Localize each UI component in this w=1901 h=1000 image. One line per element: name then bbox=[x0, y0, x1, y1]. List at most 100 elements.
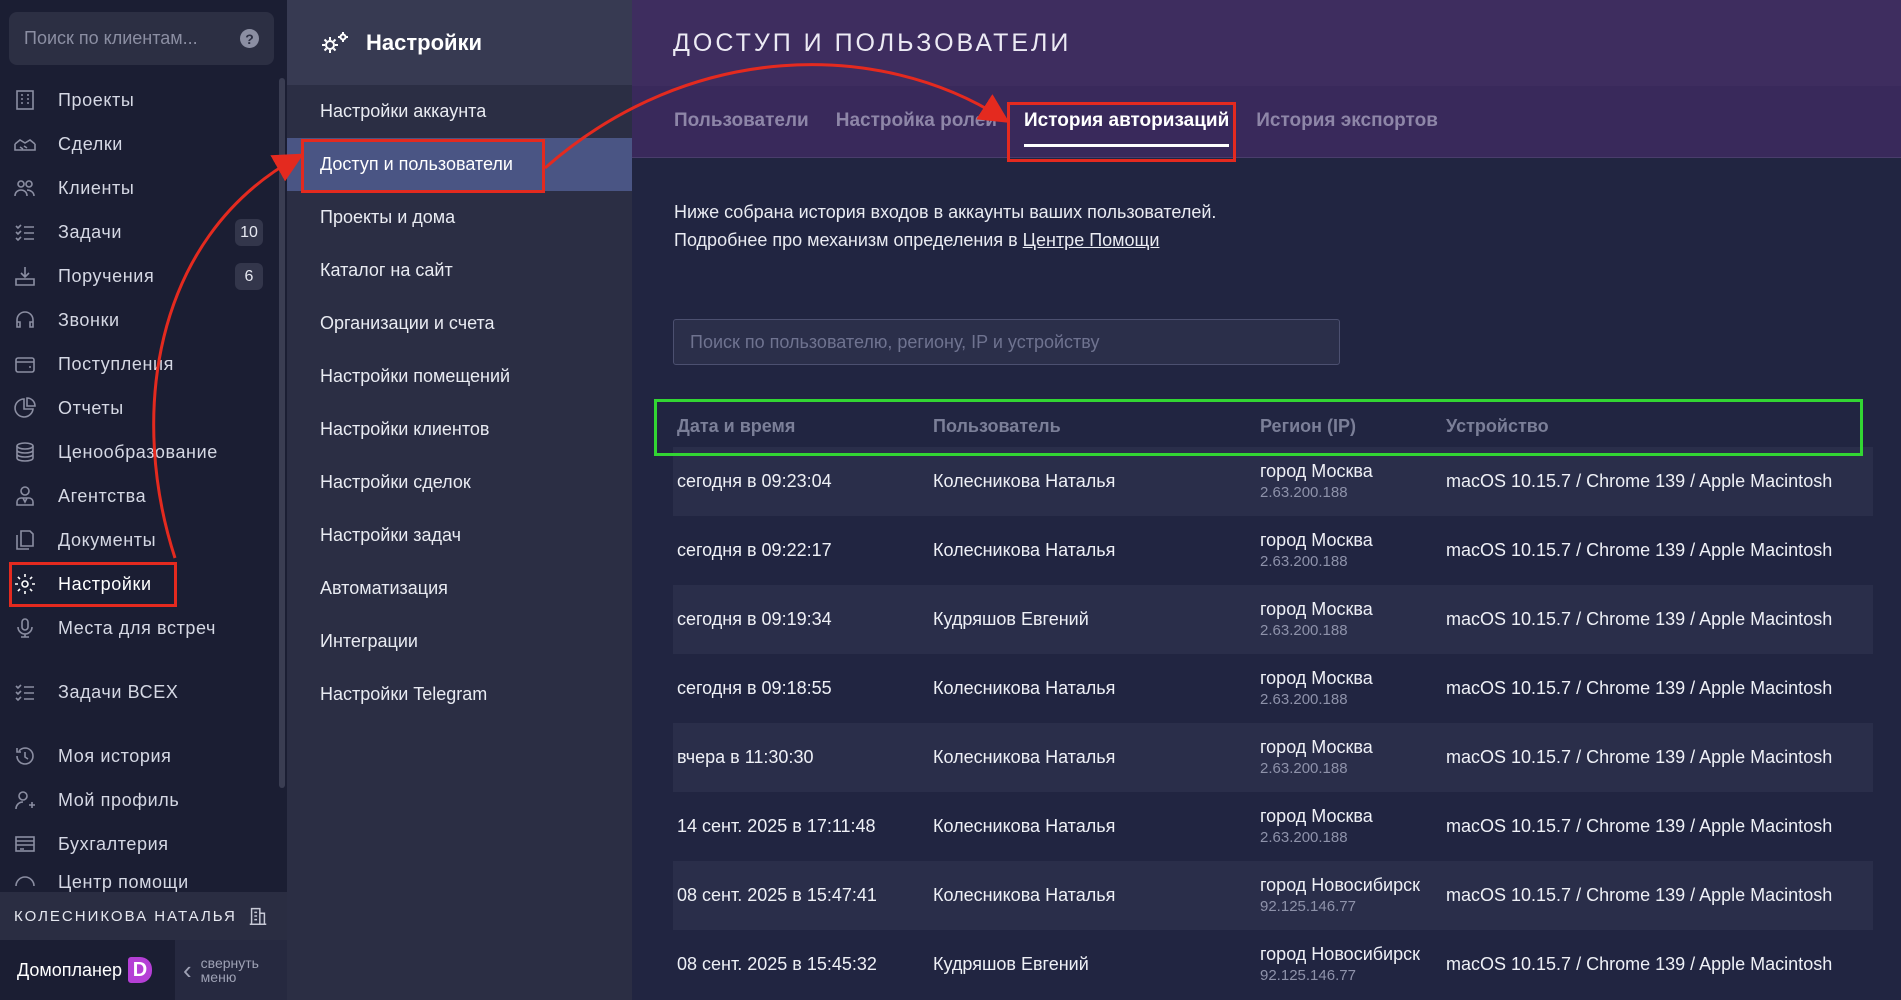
settings-item-premises[interactable]: Настройки помещений bbox=[287, 350, 632, 403]
gear-icon bbox=[12, 572, 38, 596]
sidebar-scrollbar[interactable] bbox=[279, 78, 285, 788]
settings-menu-list: Настройки аккаунта Доступ и пользователи… bbox=[287, 85, 632, 721]
settings-item-projects-houses[interactable]: Проекты и дома bbox=[287, 191, 632, 244]
table-row: вчера в 11:30:30 Колесникова Наталья гор… bbox=[673, 723, 1873, 792]
sidebar-item-label: Отчеты bbox=[58, 397, 124, 418]
cell-datetime: сегодня в 09:22:17 bbox=[677, 540, 832, 560]
table-row: сегодня в 09:23:04 Колесникова Наталья г… bbox=[673, 447, 1873, 516]
cell-datetime: вчера в 11:30:30 bbox=[677, 747, 814, 767]
settings-item-access-users[interactable]: Доступ и пользователи bbox=[287, 138, 632, 191]
cell-datetime: сегодня в 09:18:55 bbox=[677, 678, 832, 698]
sidebar-item-meeting-places[interactable]: Места для встреч bbox=[0, 606, 280, 650]
tab-export-history[interactable]: История экспортов bbox=[1256, 85, 1438, 157]
profile-icon bbox=[12, 788, 38, 812]
sidebar-item-label: Центр помощи bbox=[58, 872, 189, 892]
company-building-icon[interactable] bbox=[247, 905, 269, 931]
tab-auth-history[interactable]: История авторизаций bbox=[1023, 85, 1230, 157]
sidebar-item-assignments[interactable]: Поручения 6 bbox=[0, 254, 280, 298]
sidebar-item-label: Места для встреч bbox=[58, 617, 217, 638]
column-header-datetime: Дата и время bbox=[677, 415, 796, 436]
sidebar-item-tasks[interactable]: Задачи 10 bbox=[0, 210, 280, 254]
auth-history-table: Дата и время Пользователь Регион (IP) Ус… bbox=[673, 405, 1873, 999]
cell-region: город Москва 2.63.200.188 bbox=[1260, 736, 1373, 777]
sidebar-item-label: Задачи bbox=[58, 221, 123, 242]
history-search-input[interactable] bbox=[673, 319, 1340, 365]
headset-icon bbox=[12, 308, 38, 332]
sidebar-item-payments[interactable]: Поступления bbox=[0, 342, 280, 386]
settings-item-account[interactable]: Настройки аккаунта bbox=[287, 85, 632, 138]
collapse-menu-button[interactable]: ‹ свернуть меню bbox=[175, 940, 287, 1000]
table-row: сегодня в 09:18:55 Колесникова Наталья г… bbox=[673, 654, 1873, 723]
client-search-input[interactable]: Поиск по клиентам... bbox=[24, 28, 240, 49]
intro-line-2: Подробнее про механизм определения в Цен… bbox=[674, 230, 1160, 250]
help-center-link[interactable]: Центре Помощи bbox=[1023, 230, 1160, 250]
cell-datetime: 14 сент. 2025 в 17:11:48 bbox=[677, 816, 876, 836]
sidebar-item-label: Поступления bbox=[58, 353, 174, 374]
brand-name: Домопланер bbox=[17, 959, 123, 980]
current-user[interactable]: КОЛЕСНИКОВА НАТАЛЬЯ bbox=[0, 892, 287, 940]
cell-user: Колесникова Наталья bbox=[933, 678, 1116, 698]
cell-device: macOS 10.15.7 / Chrome 139 / Apple Macin… bbox=[1446, 885, 1833, 905]
settings-menu-title: Настройки bbox=[366, 29, 483, 55]
settings-menu: Настройки Настройки аккаунта Доступ и по… bbox=[287, 0, 632, 1000]
sidebar-item-documents[interactable]: Документы bbox=[0, 518, 280, 562]
cell-datetime: сегодня в 09:23:04 bbox=[677, 471, 832, 491]
sidebar-item-my-history[interactable]: Моя история bbox=[0, 734, 280, 778]
cell-region: город Новосибирск 92.125.146.77 bbox=[1260, 943, 1420, 984]
tab-users[interactable]: Пользователи bbox=[674, 85, 809, 157]
settings-item-integrations[interactable]: Интеграции bbox=[287, 615, 632, 668]
settings-item-catalog[interactable]: Каталог на сайт bbox=[287, 244, 632, 297]
settings-item-organizations[interactable]: Организации и счета bbox=[287, 297, 632, 350]
sidebar-item-label: Бухгалтерия bbox=[58, 833, 169, 854]
history-icon bbox=[12, 744, 38, 768]
table-header: Дата и время Пользователь Регион (IP) Ус… bbox=[673, 405, 1873, 447]
assignments-count-badge: 6 bbox=[235, 263, 263, 290]
sidebar-item-label: Моя история bbox=[58, 745, 172, 766]
client-search[interactable]: Поиск по клиентам... ? bbox=[9, 12, 274, 65]
cell-user: Колесникова Наталья bbox=[933, 540, 1116, 560]
tab-roles[interactable]: Настройка ролей bbox=[836, 85, 997, 157]
settings-item-deals[interactable]: Настройки сделок bbox=[287, 456, 632, 509]
sidebar-item-help-center[interactable]: Центр помощи bbox=[0, 866, 280, 894]
sidebar-item-label: Звонки bbox=[58, 309, 120, 330]
sidebar-item-deals[interactable]: Сделки bbox=[0, 122, 280, 166]
pie-chart-icon bbox=[12, 396, 38, 420]
cell-user: Колесникова Наталья bbox=[933, 885, 1116, 905]
cell-device: macOS 10.15.7 / Chrome 139 / Apple Macin… bbox=[1446, 540, 1833, 560]
settings-item-telegram[interactable]: Настройки Telegram bbox=[287, 668, 632, 721]
table-row: 08 сент. 2025 в 15:47:41 Колесникова Нат… bbox=[673, 861, 1873, 930]
intro-text: Ниже собрана история входов в аккаунты в… bbox=[674, 198, 1216, 254]
sidebar-item-label: Документы bbox=[58, 529, 157, 550]
sidebar-item-settings[interactable]: Настройки bbox=[0, 562, 280, 606]
settings-item-automation[interactable]: Автоматизация bbox=[287, 562, 632, 615]
sidebar-item-label: Задачи ВСЕХ bbox=[58, 681, 179, 702]
sidebar-item-calls[interactable]: Звонки bbox=[0, 298, 280, 342]
cell-region: город Москва 2.63.200.188 bbox=[1260, 529, 1373, 570]
collapse-menu-label: свернуть меню bbox=[200, 955, 259, 985]
sidebar-item-pricing[interactable]: Ценообразование bbox=[0, 430, 280, 474]
main-sidebar: Поиск по клиентам... ? Проекты Сделки Кл… bbox=[0, 0, 287, 1000]
cell-device: macOS 10.15.7 / Chrome 139 / Apple Macin… bbox=[1446, 678, 1833, 698]
cell-region: город Москва 2.63.200.188 bbox=[1260, 667, 1373, 708]
cell-user: Колесникова Наталья bbox=[933, 816, 1116, 836]
settings-item-clients[interactable]: Настройки клиентов bbox=[287, 403, 632, 456]
brand-logo[interactable]: Домопланер D bbox=[0, 940, 175, 1000]
tab-bar: Пользователи Настройка ролей История авт… bbox=[632, 86, 1901, 158]
sidebar-item-label: Сделки bbox=[58, 133, 123, 154]
settings-item-tasks[interactable]: Настройки задач bbox=[287, 509, 632, 562]
sidebar-footer: Домопланер D ‹ свернуть меню bbox=[0, 940, 287, 1000]
sidebar-item-label: Проекты bbox=[58, 89, 135, 110]
sidebar-item-agencies[interactable]: Агентства bbox=[0, 474, 280, 518]
sidebar-item-my-profile[interactable]: Мой профиль bbox=[0, 778, 280, 822]
intro-line-1: Ниже собрана история входов в аккаунты в… bbox=[674, 202, 1217, 222]
sidebar-item-clients[interactable]: Клиенты bbox=[0, 166, 280, 210]
brand-logo-mark: D bbox=[128, 957, 153, 983]
sidebar-item-label: Ценообразование bbox=[58, 441, 218, 462]
help-icon[interactable]: ? bbox=[240, 29, 259, 48]
cell-region: город Москва 2.63.200.188 bbox=[1260, 805, 1373, 846]
sidebar-item-all-tasks[interactable]: Задачи ВСЕХ bbox=[0, 670, 280, 714]
sidebar-item-projects[interactable]: Проекты bbox=[0, 78, 280, 122]
cell-datetime: 08 сент. 2025 в 15:45:32 bbox=[677, 954, 877, 974]
sidebar-item-reports[interactable]: Отчеты bbox=[0, 386, 280, 430]
sidebar-item-accounting[interactable]: Бухгалтерия bbox=[0, 822, 280, 866]
